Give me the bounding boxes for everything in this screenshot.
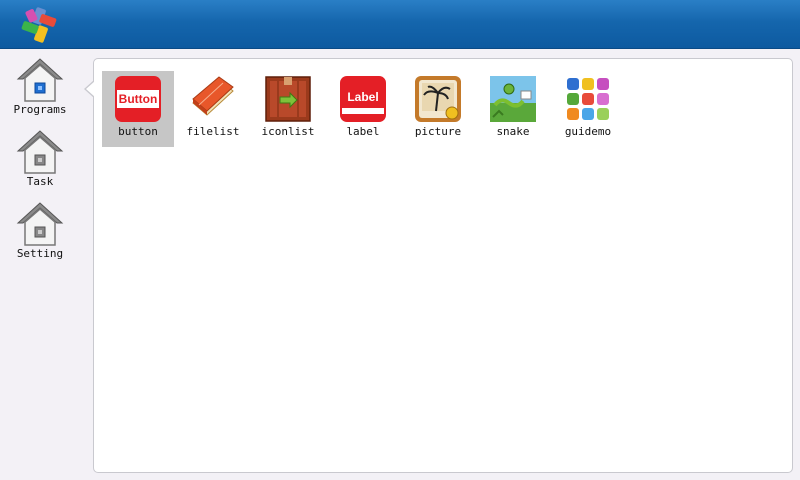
- app-label-item[interactable]: Label label: [327, 71, 399, 147]
- app-snake[interactable]: snake: [477, 71, 549, 147]
- sidebar: Programs Task Setting: [0, 49, 82, 480]
- button-app-icon: Button: [115, 76, 161, 122]
- color-grid-icon: [567, 78, 609, 120]
- app-label: snake: [496, 125, 530, 138]
- home-icon: [16, 130, 64, 174]
- book-icon: [192, 76, 234, 116]
- sidebar-item-programs[interactable]: Programs: [4, 55, 76, 119]
- app-picture[interactable]: picture: [402, 71, 474, 147]
- app-label: picture: [414, 125, 462, 138]
- panel-pointer-inner: [86, 81, 95, 97]
- app-label: button: [118, 125, 158, 138]
- sidebar-item-label: Programs: [13, 103, 67, 116]
- app-label: label: [346, 125, 380, 138]
- svg-text:Label: Label: [347, 90, 378, 104]
- top-bar: [0, 0, 800, 49]
- sidebar-item-setting[interactable]: Setting: [4, 199, 76, 263]
- app-iconlist[interactable]: iconlist: [252, 71, 324, 147]
- sidebar-item-label: Setting: [16, 247, 64, 260]
- snake-icon: [490, 76, 536, 122]
- app-label: filelist: [186, 125, 240, 138]
- sidebar-item-label: Task: [26, 175, 54, 188]
- home-icon: [16, 58, 64, 102]
- crate-arrow-icon: [265, 76, 311, 122]
- home-icon: [16, 202, 64, 246]
- svg-text:Button: Button: [119, 92, 158, 106]
- app-guidemo[interactable]: guidemo: [552, 71, 624, 147]
- app-button[interactable]: Button button: [102, 71, 174, 147]
- photo-palm-icon: [415, 76, 461, 122]
- app-label: guidemo: [564, 125, 612, 138]
- app-filelist[interactable]: filelist: [177, 71, 249, 147]
- label-app-icon: Label: [340, 76, 386, 122]
- pinwheel-logo-icon[interactable]: [20, 6, 58, 44]
- app-label: iconlist: [261, 125, 315, 138]
- sidebar-item-task[interactable]: Task: [4, 127, 76, 191]
